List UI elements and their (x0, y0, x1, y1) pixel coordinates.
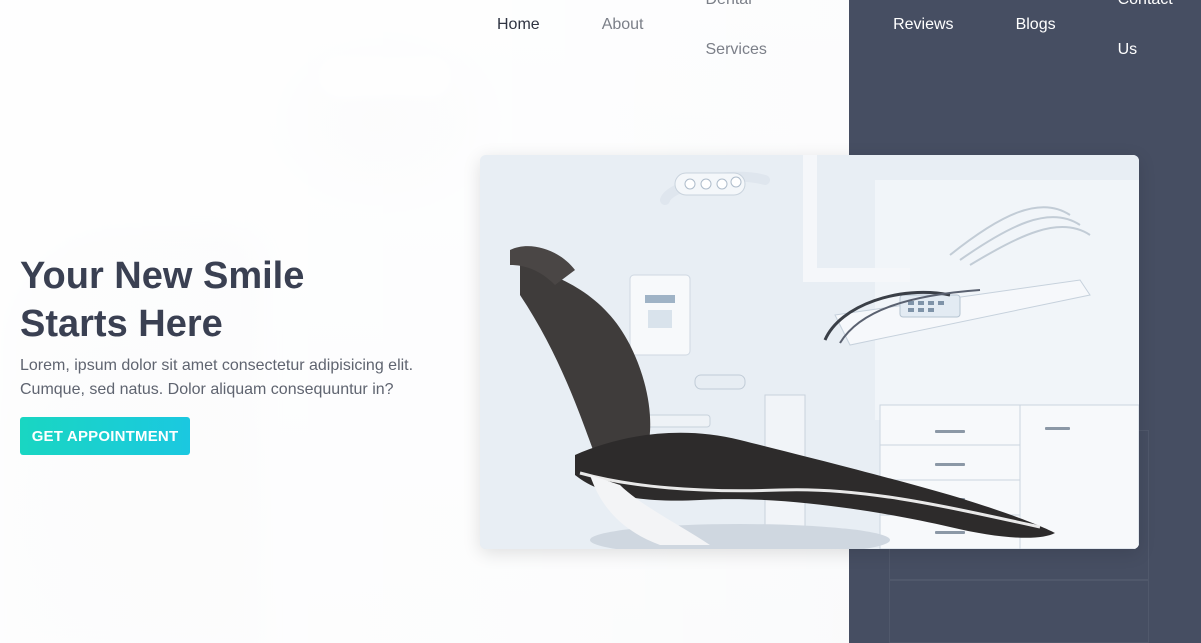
nav-home[interactable]: Home (466, 0, 571, 50)
hero-title: Your New Smile Starts Here (20, 252, 440, 348)
nav-contact-us[interactable]: Contact Us (1087, 0, 1201, 75)
main-nav: Home About Dental Services Reviews Blogs… (466, 0, 1201, 58)
get-appointment-button[interactable]: GET APPOINTMENT (20, 417, 190, 455)
nav-dental-services[interactable]: Dental Services (675, 0, 830, 75)
hero-title-line-1: Your New Smile (20, 255, 305, 297)
nav-about[interactable]: About (571, 0, 675, 50)
nav-reviews[interactable]: Reviews (862, 0, 984, 50)
nav-blogs[interactable]: Blogs (985, 0, 1087, 50)
hero-title-line-2: Starts Here (20, 303, 223, 345)
hero-description-line-2: Cumque, sed natus. Dolor aliquam consequ… (20, 381, 394, 398)
dental-chair-icon (480, 155, 1139, 549)
hero-description: Lorem, ipsum dolor sit amet consectetur … (20, 354, 450, 402)
hero-description-line-1: Lorem, ipsum dolor sit amet consectetur … (20, 357, 414, 374)
background-drawer (889, 580, 1149, 643)
page: Home About Dental Services Reviews Blogs… (0, 0, 1201, 643)
